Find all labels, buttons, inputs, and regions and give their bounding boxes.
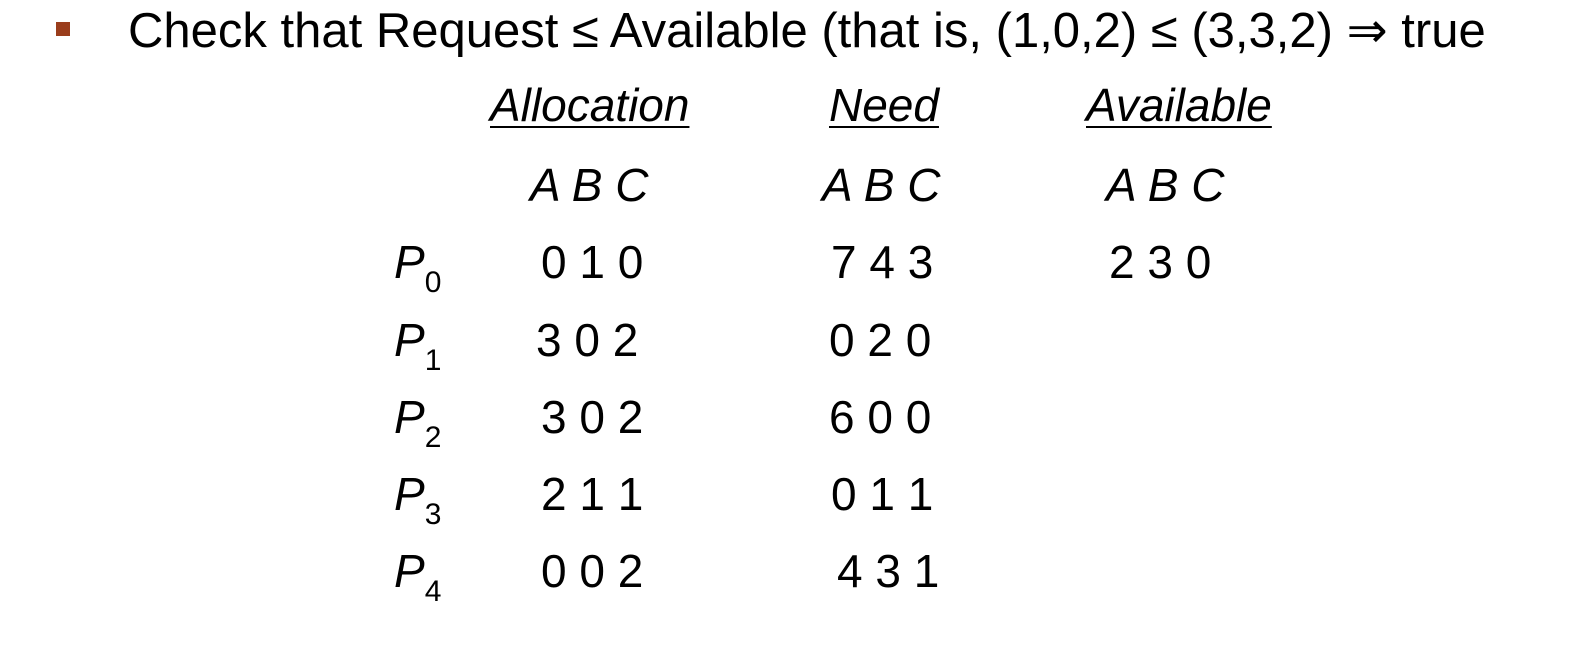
need-abc-label: A B C — [822, 159, 941, 211]
allocation-abc-label: A B C — [530, 159, 649, 211]
need-p2: 6 0 0 — [829, 391, 932, 443]
process-label-p2: P2 — [394, 391, 442, 454]
allocation-p0: 0 1 0 — [541, 236, 644, 288]
process-label-p0: P0 — [394, 236, 442, 299]
need-p4: 4 3 1 — [837, 545, 940, 597]
need-header: Need — [829, 79, 939, 131]
allocation-p3: 2 1 1 — [541, 468, 644, 520]
allocation-p2: 3 0 2 — [541, 391, 644, 443]
allocation-p1: 3 0 2 — [536, 314, 639, 366]
bullet-marker — [56, 22, 70, 36]
available-value: 2 3 0 — [1109, 236, 1212, 288]
need-p3: 0 1 1 — [831, 468, 934, 520]
process-label-p4: P4 — [394, 545, 442, 608]
process-label-p1: P1 — [394, 314, 442, 377]
process-label-p3: P3 — [394, 468, 442, 531]
allocation-p4: 0 0 2 — [541, 545, 644, 597]
need-p0: 7 4 3 — [831, 236, 934, 288]
available-header: Available — [1086, 79, 1272, 131]
request-check-statement: Check that Request ≤ Available (that is,… — [128, 4, 1486, 58]
need-p1: 0 2 0 — [829, 314, 932, 366]
available-abc-label: A B C — [1106, 159, 1225, 211]
allocation-header: Allocation — [490, 79, 690, 131]
